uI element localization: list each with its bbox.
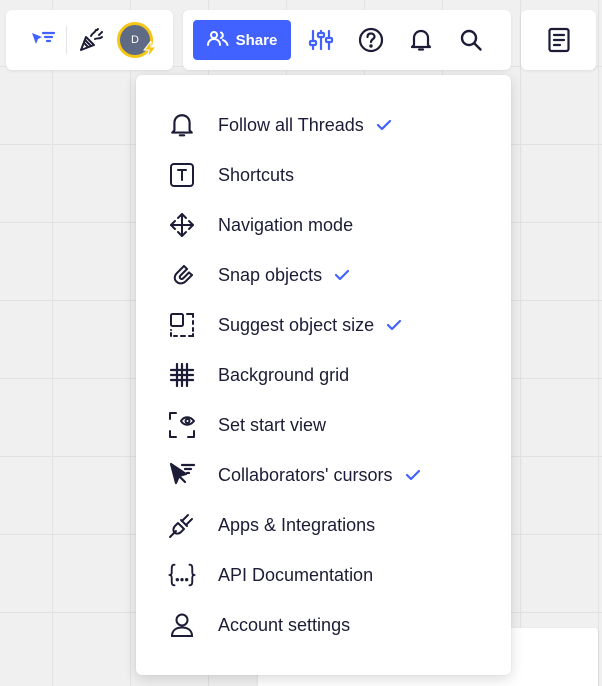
shortcut-key-icon	[168, 161, 196, 189]
share-button[interactable]: Share	[193, 20, 291, 60]
toolbar-right-panel	[521, 10, 596, 70]
user-icon	[168, 611, 196, 639]
menu-item-api-documentation[interactable]: API Documentation	[136, 550, 511, 600]
menu-item-label: Follow all Threads	[218, 114, 364, 135]
menu-item-background-grid[interactable]: Background grid	[136, 350, 511, 400]
menu-item-label: Set start view	[218, 414, 327, 435]
checkmark-icon	[386, 319, 402, 331]
menu-item-follow-all-threads[interactable]: Follow all Threads	[136, 100, 511, 150]
menu-item-label: Collaborators' cursors	[218, 464, 393, 485]
braces-icon	[168, 561, 196, 589]
menu-item-collaborators-cursors[interactable]: Collaborators' cursors	[136, 450, 511, 500]
grid-icon	[168, 361, 196, 389]
help-icon[interactable]	[351, 20, 391, 60]
checkmark-icon	[405, 469, 421, 481]
eye-frame-icon	[168, 411, 196, 439]
toolbar-divider	[66, 26, 67, 54]
party-popper-icon[interactable]	[71, 20, 111, 60]
menu-item-apps-integrations[interactable]: Apps & Integrations	[136, 500, 511, 550]
collaborators-filter-icon[interactable]	[22, 20, 62, 60]
avatar-initial: D	[131, 34, 139, 46]
notes-icon[interactable]	[539, 20, 579, 60]
checkmark-icon	[334, 269, 350, 281]
share-button-label: Share	[235, 31, 278, 49]
menu-item-label: API Documentation	[218, 564, 374, 585]
lightning-icon	[142, 39, 158, 62]
menu-item-label: Snap objects	[218, 264, 323, 285]
settings-sliders-icon[interactable]	[301, 20, 341, 60]
menu-item-label: Shortcuts	[218, 164, 295, 185]
cursor-icon	[168, 461, 196, 489]
menu-item-set-start-view[interactable]: Set start view	[136, 400, 511, 450]
plug-icon	[168, 511, 196, 539]
user-avatar[interactable]: D	[115, 20, 158, 62]
bell-icon	[168, 111, 196, 139]
magnet-icon	[168, 261, 196, 289]
menu-item-suggest-object-size[interactable]: Suggest object size	[136, 300, 511, 350]
settings-menu: Follow all Threads Shortcuts Navigation …	[136, 75, 511, 675]
toolbar-left-panel: D	[6, 10, 173, 70]
menu-item-label: Navigation mode	[218, 214, 354, 235]
users-icon	[206, 30, 229, 50]
menu-item-label: Suggest object size	[218, 314, 375, 335]
object-size-icon	[168, 311, 196, 339]
search-icon[interactable]	[451, 20, 491, 60]
menu-item-label: Background grid	[218, 364, 350, 385]
toolbar-main-panel: Share	[183, 10, 511, 70]
move-arrows-icon	[168, 211, 196, 239]
menu-item-snap-objects[interactable]: Snap objects	[136, 250, 511, 300]
menu-item-label: Apps & Integrations	[218, 514, 376, 535]
bell-icon[interactable]	[401, 20, 441, 60]
menu-item-label: Account settings	[218, 614, 351, 635]
menu-item-navigation-mode[interactable]: Navigation mode	[136, 200, 511, 250]
menu-item-shortcuts[interactable]: Shortcuts	[136, 150, 511, 200]
checkmark-icon	[376, 119, 392, 131]
menu-item-account-settings[interactable]: Account settings	[136, 600, 511, 650]
